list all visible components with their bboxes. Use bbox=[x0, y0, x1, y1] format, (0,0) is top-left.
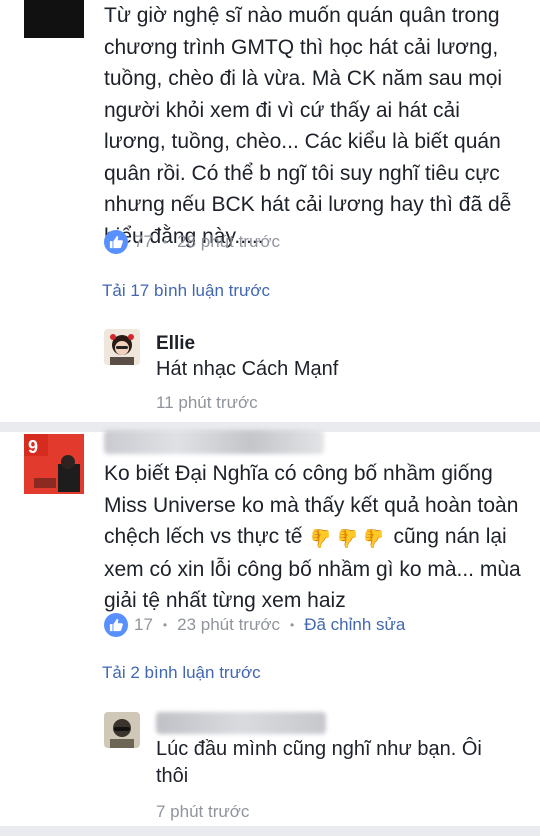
like-count[interactable]: 17 bbox=[134, 615, 153, 635]
edited-link[interactable]: Đã chỉnh sửa bbox=[304, 615, 405, 635]
bottom-edge bbox=[0, 826, 540, 836]
commenter-name[interactable]: Ellie bbox=[156, 333, 195, 355]
separator-dot: • bbox=[162, 235, 168, 249]
load-previous-replies-link[interactable]: Tải 2 bình luận trước bbox=[102, 663, 261, 683]
reply-time[interactable]: 7 phút trước bbox=[156, 802, 249, 822]
commenter-name-redacted[interactable] bbox=[156, 712, 326, 734]
load-previous-replies-link[interactable]: Tải 17 bình luận trước bbox=[102, 281, 270, 301]
thumbs-down-icon: 👍 bbox=[336, 528, 360, 549]
avatar[interactable] bbox=[104, 329, 140, 365]
comment-text: Ko biết Đại Nghĩa có công bố nhầm giống … bbox=[104, 462, 521, 612]
thumbs-down-icon: 👍 bbox=[310, 528, 333, 549]
reply-time[interactable]: 11 phút trước bbox=[156, 393, 258, 413]
avatar[interactable]: 9 bbox=[24, 434, 84, 494]
comment-time[interactable]: 23 phút trước bbox=[177, 615, 280, 635]
reply-text: Hát nhạc Cách Mạnf bbox=[156, 358, 339, 380]
comment-text: Từ giờ nghệ sĩ nào muốn quán quân trong … bbox=[104, 4, 512, 248]
comment-meta: 77 • 28 phút trước bbox=[104, 230, 280, 254]
avatar[interactable] bbox=[104, 712, 140, 748]
thumbs-down-icon: 👍 bbox=[363, 528, 386, 549]
separator-dot: • bbox=[289, 618, 295, 632]
comment-time[interactable]: 28 phút trước bbox=[177, 232, 280, 252]
like-icon[interactable] bbox=[104, 230, 128, 254]
svg-text:9: 9 bbox=[28, 437, 38, 457]
avatar[interactable] bbox=[24, 0, 84, 38]
reply-text: Lúc đầu mình cũng nghĩ như bạn. Ôi thôi bbox=[156, 738, 482, 787]
separator-dot: • bbox=[162, 618, 168, 632]
comment-meta: 17 • 23 phút trước • Đã chỉnh sửa bbox=[104, 613, 405, 637]
commenter-name-redacted[interactable] bbox=[104, 430, 324, 454]
like-icon[interactable] bbox=[104, 613, 128, 637]
like-count[interactable]: 77 bbox=[134, 232, 153, 252]
